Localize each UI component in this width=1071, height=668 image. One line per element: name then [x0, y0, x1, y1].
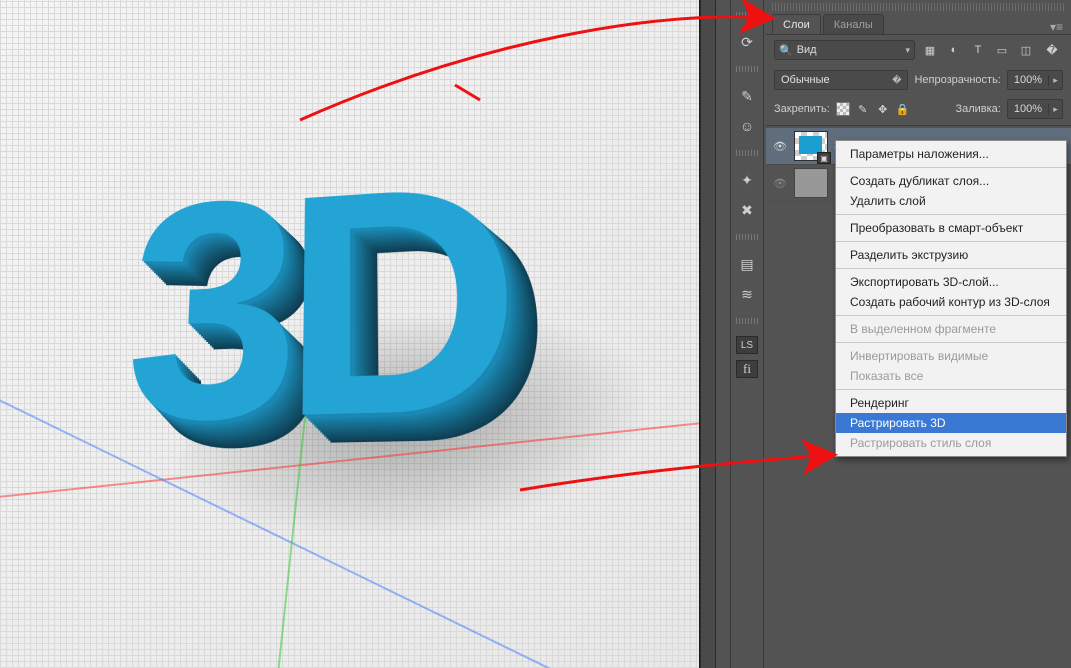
measure-icon[interactable]: ≋ [735, 282, 759, 306]
lock-move-icon[interactable]: ✥ [876, 102, 890, 116]
fill-value: 100% [1008, 103, 1048, 115]
fill-field[interactable]: 100% ▸ [1007, 99, 1063, 119]
filter-shape-icon[interactable]: ▭ [993, 41, 1011, 59]
tool-b-icon[interactable]: ✖ [735, 198, 759, 222]
fi-icon[interactable]: fi [736, 360, 758, 378]
layer-thumbnail[interactable]: ▣ [794, 131, 828, 161]
context-menu-item: Показать все [836, 366, 1066, 386]
lock-label: Закрепить: [774, 103, 830, 115]
context-menu-item[interactable]: Удалить слой [836, 191, 1066, 211]
search-icon: 🔍 [779, 44, 793, 57]
panel-grip[interactable] [736, 12, 758, 18]
canvas-scrollbar-vertical[interactable] [700, 0, 716, 668]
3d-text-object[interactable]: 3D [117, 132, 595, 510]
filter-image-icon[interactable]: ▦ [921, 41, 939, 59]
context-menu-item[interactable]: Рендеринг [836, 393, 1066, 413]
panel-menu-icon[interactable]: ▾≡ [1050, 20, 1063, 34]
tool-a-icon[interactable]: ✦ [735, 168, 759, 192]
chevron-right-icon[interactable]: ▸ [1048, 75, 1062, 86]
chevron-updown-icon: � [892, 75, 901, 86]
filter-adjust-icon[interactable]: ◐ [945, 41, 963, 59]
context-menu-item[interactable]: Экспортировать 3D-слой... [836, 272, 1066, 292]
blend-mode-value: Обычные [781, 74, 830, 86]
layer-filter-dropdown[interactable]: 🔍 Вид ▾ [774, 40, 915, 60]
chevron-right-icon[interactable]: ▸ [1048, 104, 1062, 115]
filter-type-icon[interactable]: T [969, 41, 987, 59]
context-menu-item: Растрировать стиль слоя [836, 433, 1066, 453]
layer-context-menu: Параметры наложения... Создать дубликат с… [835, 140, 1067, 457]
visibility-eye-icon[interactable]: 👁 [772, 177, 788, 190]
opacity-field[interactable]: 100% ▸ [1007, 70, 1063, 90]
panel-grip[interactable] [736, 318, 758, 324]
fill-label: Заливка: [955, 103, 1000, 115]
layer-thumbnail[interactable] [794, 168, 828, 198]
clone-icon[interactable]: ☺ [735, 114, 759, 138]
filter-toggle-switch[interactable]: � [1041, 41, 1063, 59]
context-menu-item: Инвертировать видимые [836, 346, 1066, 366]
canvas-3d-viewport[interactable]: 3D [0, 0, 700, 668]
context-menu-item[interactable]: Разделить экструзию [836, 245, 1066, 265]
panel-grip[interactable] [736, 150, 758, 156]
context-menu-item[interactable]: Параметры наложения... [836, 144, 1066, 164]
lock-transparent-icon[interactable] [836, 102, 850, 116]
context-menu-item: В выделенном фрагменте [836, 319, 1066, 339]
chevron-down-icon: ▾ [905, 45, 910, 56]
context-menu-item[interactable]: Создать дубликат слоя... [836, 171, 1066, 191]
panel-grip[interactable] [736, 66, 758, 72]
ruler-icon[interactable]: ▤ [735, 252, 759, 276]
ls-icon[interactable]: LS [736, 336, 758, 354]
filter-smart-icon[interactable]: ◫ [1017, 41, 1035, 59]
tab-channels[interactable]: Каналы [823, 14, 884, 34]
panel-tabs: Слои Каналы ▾≡ [766, 11, 1071, 35]
lock-paint-icon[interactable]: ✎ [856, 102, 870, 116]
collapsed-panel-strip: ⟳ ✎ ☺ ✦ ✖ ▤ ≋ LS fi [730, 0, 764, 668]
history-icon[interactable]: ⟳ [735, 30, 759, 54]
panel-grip[interactable] [772, 3, 1065, 11]
3d-badge-icon: ▣ [817, 152, 831, 164]
panel-grip[interactable] [736, 234, 758, 240]
filter-kind-label: Вид [797, 44, 906, 56]
visibility-eye-icon[interactable]: 👁 [772, 140, 788, 153]
lock-all-icon[interactable]: 🔒 [896, 102, 910, 116]
blend-mode-dropdown[interactable]: Обычные � [774, 70, 908, 90]
tab-layers[interactable]: Слои [772, 14, 821, 34]
context-menu-item[interactable]: Преобразовать в смарт-объект [836, 218, 1066, 238]
opacity-value: 100% [1008, 74, 1048, 86]
opacity-label: Непрозрачность: [914, 74, 1000, 86]
brush-icon[interactable]: ✎ [735, 84, 759, 108]
context-menu-item[interactable]: Растрировать 3D [836, 413, 1066, 433]
context-menu-item[interactable]: Создать рабочий контур из 3D-слоя [836, 292, 1066, 312]
